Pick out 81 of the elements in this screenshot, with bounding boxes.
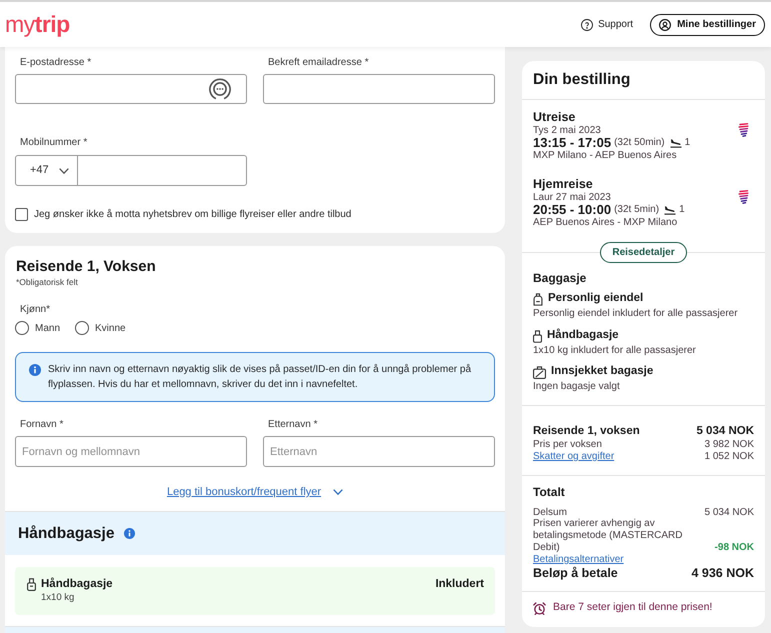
name-input[interactable]: Fornavn og mellomnavn	[15, 436, 247, 467]
logo[interactable]: mytrip	[5, 10, 70, 36]
travel-details-button[interactable]: Reisedetaljer	[600, 242, 687, 263]
backpack-icon	[533, 292, 543, 306]
baggage-detail: 1x10 kg	[41, 591, 76, 605]
required-note: *Obligatorisk felt	[15, 277, 79, 287]
traveler-title: Reisende 1, Voksen	[15, 257, 157, 277]
leg-title: Utreise	[533, 109, 576, 125]
country-code-select[interactable]: +47	[16, 156, 78, 185]
leg-date: Laur 27 mai 2023	[533, 192, 612, 203]
field-label: Etternavn *	[267, 418, 318, 432]
amount-due-label: Beløp å betale	[533, 564, 618, 582]
striped-logo-icon	[738, 190, 749, 204]
alarm-clock-icon	[533, 602, 546, 614]
stop-count: 1	[684, 136, 690, 150]
traveler-price-amount: 5 034 NOK	[696, 424, 754, 439]
plane-landing-icon	[670, 138, 682, 148]
field-label: Fornavn *	[19, 418, 64, 432]
checkbox[interactable]	[15, 208, 28, 220]
field-label: E-postadresse *	[19, 56, 92, 70]
name-input[interactable]: Etternavn	[263, 436, 495, 467]
taxes-link[interactable]: Skatter og avgifter	[533, 451, 614, 463]
subtotal-amount: 5 034 NOK	[704, 506, 754, 520]
payment-options-link[interactable]: Betalingsalternativer	[533, 554, 624, 565]
baggage-title: Baggasje	[533, 270, 588, 286]
flight-duration: (32t 50min)	[614, 136, 665, 150]
carry-on-bag-icon	[533, 330, 542, 342]
user-icon	[659, 18, 672, 30]
flight-times: 13:15 - 17:05	[533, 136, 612, 150]
leg-title: Hjemreise	[533, 176, 594, 192]
baggage-item-detail: Ingen bagasje valgt	[533, 381, 621, 393]
bonus-card-link[interactable]: Legg til bonuskort/frequent flyer	[166, 484, 322, 500]
price-amount: 3 982 NOK	[704, 439, 754, 451]
field-label: Bekreft emailadresse *	[267, 56, 370, 70]
support-link[interactable]: Support	[581, 17, 634, 32]
price-amount: 1 052 NOK	[704, 451, 754, 463]
field-label: Kjønn*	[19, 304, 52, 316]
baggage-item-name: Personlig eiendel	[548, 291, 644, 306]
baggage-item-detail: 1x10 kg inkludert for alle passasjerer	[533, 345, 697, 357]
radio-button[interactable]	[75, 321, 89, 335]
phone-field[interactable]: +47	[15, 155, 247, 186]
radio-label: Mann	[35, 322, 60, 336]
suitcase-crossed-icon	[533, 366, 546, 378]
my-bookings-button[interactable]: Mine bestillinger	[650, 14, 765, 36]
chevron-down-icon	[333, 489, 344, 495]
info-icon	[124, 528, 136, 539]
baggage-item-name: Håndbagasje	[547, 328, 619, 344]
included-status: Inkludert	[435, 577, 484, 591]
seats-left-text: Bare 7 seter igjen til denne prisen!	[553, 600, 712, 616]
route: AEP Buenos Aires - MXP Milano	[533, 217, 678, 228]
subtotal-label: Delsum	[533, 506, 567, 518]
section-title: Håndbagasje	[18, 524, 114, 544]
field-label: Mobilnummer *	[19, 136, 88, 150]
radio-label: Kvinne	[95, 322, 126, 336]
summary-title: Din bestilling	[533, 70, 630, 90]
radio-button[interactable]	[15, 321, 29, 335]
price-label: Pris per voksen	[533, 439, 602, 451]
striped-logo-icon	[738, 123, 749, 137]
leg-date: Tys 2 mai 2023	[533, 125, 602, 136]
help-icon	[581, 18, 594, 30]
info-text: Skriv inn navn og etternavn nøyaktig slik de vises på passet/ID-en din for å unngå problemer på flyplassen. Hvis du har et mellomnavn, skriver du det inn i navnefeltet.	[48, 363, 472, 392]
checkbox-label: Jeg ønsker ikke å motta nyhetsbrev om billige flyreiser eller andre tilbud	[34, 208, 352, 222]
route: MXP Milano - AEP Buenos Aires	[533, 150, 678, 161]
amount-due: 4 936 NOK	[691, 564, 754, 582]
flight-times: 20:55 - 10:00	[533, 203, 612, 217]
payment-fee-text: Prisen varierer avhengig av betalingsmetode (MASTERCARD Debit)	[533, 518, 684, 554]
carry-on-bag-icon	[27, 578, 36, 591]
chevron-down-icon	[58, 168, 69, 174]
email-input[interactable]	[15, 74, 247, 104]
total-title: Totalt	[533, 485, 566, 499]
traveler-price-title: Reisende 1, voksen	[533, 424, 640, 439]
baggage-item-detail: Personlig eiendel inkludert for alle passasjerer	[533, 308, 739, 320]
flight-duration: (32t 5min)	[614, 203, 660, 217]
stop-count: 1	[679, 203, 685, 217]
confirm-email-input[interactable]	[263, 74, 495, 104]
baggage-name: Håndbagasje	[41, 577, 113, 591]
discount-amount: -98 NOK	[714, 542, 754, 554]
dots-ring-icon	[209, 78, 231, 100]
baggage-item-name: Innsjekket bagasje	[551, 364, 654, 380]
plane-landing-icon	[664, 205, 676, 215]
info-icon	[29, 364, 41, 376]
